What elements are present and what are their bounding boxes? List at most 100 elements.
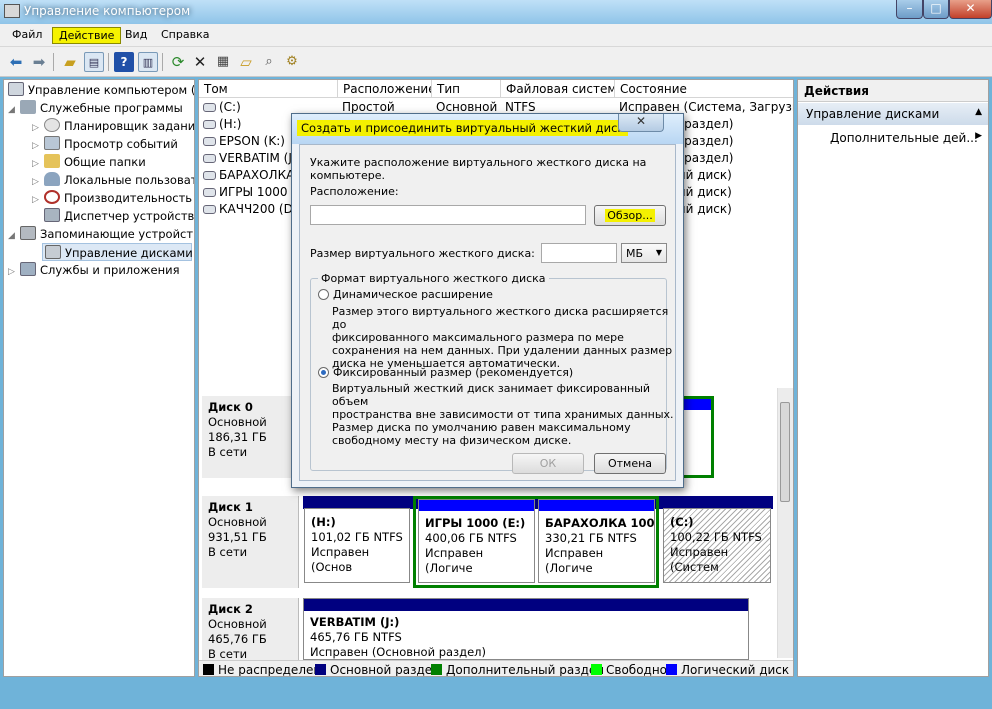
partition-games[interactable]: ИГРЫ 1000 (E:) 400,06 ГБ NTFS Исправен (Ло… bbox=[418, 499, 535, 583]
delete-icon[interactable]: ✕ bbox=[190, 52, 210, 72]
column-status[interactable]: Состояние bbox=[615, 80, 793, 98]
menu-view[interactable]: Вид bbox=[119, 27, 153, 44]
column-type[interactable]: Тип bbox=[432, 80, 501, 98]
unit-select[interactable]: МБ ▼ bbox=[621, 243, 667, 263]
tree-event-viewer[interactable]: ▷ Просмотр событий bbox=[32, 135, 178, 153]
fixed-description: Виртуальный жесткий диск занимает фиксир… bbox=[332, 382, 674, 447]
help-icon[interactable]: ? bbox=[114, 52, 134, 72]
location-label: Расположение: bbox=[310, 185, 399, 198]
menu-help[interactable]: Справка bbox=[155, 27, 215, 44]
legend-swatch bbox=[203, 664, 214, 675]
actions-pane: Действия Управление дисками ▲ Дополнитель… bbox=[797, 79, 989, 677]
dialog-close-button[interactable]: ✕ bbox=[618, 114, 664, 132]
dialog-intro-2: компьютере. bbox=[310, 169, 386, 182]
create-vhd-dialog: Создать и присоединить виртуальный жестк… bbox=[291, 113, 684, 488]
dynamic-description: Размер этого виртуального жесткого диска… bbox=[332, 305, 673, 370]
performance-icon bbox=[44, 190, 60, 204]
volume-icon bbox=[203, 154, 216, 163]
partition-baraholka[interactable]: БАРАХОЛКА 1000 330,21 ГБ NTFS Исправен (Ло… bbox=[538, 499, 655, 583]
up-folder-icon[interactable]: ▰ bbox=[60, 52, 80, 72]
radio-dynamic-indicator[interactable] bbox=[318, 289, 329, 300]
volume-icon bbox=[203, 205, 216, 214]
location-input[interactable] bbox=[310, 205, 586, 225]
radio-fixed-indicator[interactable] bbox=[318, 367, 329, 378]
cancel-button[interactable]: Отмена bbox=[594, 453, 666, 474]
tree-local-users[interactable]: ▷ Локальные пользоват bbox=[32, 171, 194, 189]
volume-icon bbox=[203, 188, 216, 197]
disk-0-label[interactable]: Диск 0 Основной 186,31 ГБ В сети bbox=[202, 396, 299, 478]
tools-icon bbox=[20, 100, 36, 114]
partition-h[interactable]: (H:) 101,02 ГБ NTFS Исправен (Основ bbox=[304, 508, 410, 583]
radio-fixed[interactable]: Фиксированный размер (рекомендуется) bbox=[318, 366, 573, 379]
actions-more[interactable]: Дополнительные дей... ▶ bbox=[830, 131, 986, 145]
actions-header: Действия bbox=[798, 80, 988, 102]
show-tree-icon[interactable]: ▤ bbox=[84, 52, 104, 72]
shared-folder-icon bbox=[44, 154, 60, 168]
device-manager-icon bbox=[44, 208, 60, 222]
legend-item: Свободно bbox=[591, 663, 667, 676]
legend-swatch bbox=[666, 664, 677, 675]
maximize-button[interactable]: □ bbox=[923, 0, 949, 19]
disk-settings-icon[interactable]: ⚙ bbox=[282, 52, 302, 72]
forward-icon[interactable]: ➡ bbox=[29, 52, 49, 72]
dialog-title-bar: Создать и присоединить виртуальный жестк… bbox=[292, 114, 683, 144]
show-action-pane-icon[interactable]: ▥ bbox=[138, 52, 158, 72]
window-title: Управление компьютером bbox=[24, 4, 191, 18]
graph-vertical-scrollbar[interactable] bbox=[777, 388, 793, 658]
computer-management-icon bbox=[8, 82, 24, 96]
partition-verbatim[interactable]: VERBATIM (J:) 465,76 ГБ NTFS Исправен (Осн… bbox=[303, 598, 749, 660]
refresh-icon[interactable]: ⟳ bbox=[168, 52, 188, 72]
tree-root[interactable]: Управление компьютером (л bbox=[6, 81, 194, 99]
dialog-intro-1: Укажите расположение виртуального жестко… bbox=[310, 156, 647, 169]
tree-storage[interactable]: ◢ Запоминающие устройст bbox=[8, 225, 193, 243]
event-viewer-icon bbox=[44, 136, 60, 150]
clock-icon bbox=[44, 118, 60, 132]
collapse-icon[interactable]: ◢ bbox=[8, 227, 18, 245]
legend-swatch bbox=[591, 664, 602, 675]
tree-shared-folders[interactable]: ▷ Общие папки bbox=[32, 153, 146, 171]
radio-dynamic[interactable]: Динамическое расширение bbox=[318, 288, 493, 301]
dialog-body: Укажите расположение виртуального жестко… bbox=[299, 144, 676, 481]
ok-button[interactable]: ОК bbox=[512, 453, 584, 474]
users-icon bbox=[44, 172, 60, 186]
browse-button[interactable]: Обзор... bbox=[594, 205, 666, 226]
submenu-arrow-icon: ▶ bbox=[975, 131, 982, 141]
close-button[interactable]: ✕ bbox=[949, 0, 992, 19]
tree-task-scheduler[interactable]: ▷ Планировщик заданий bbox=[32, 117, 194, 135]
partition-c[interactable]: (C:) 100,22 ГБ NTFS Исправен (Систем bbox=[663, 508, 771, 583]
open-folder-icon[interactable]: ▱ bbox=[236, 52, 256, 72]
disk-2-label[interactable]: Диск 2 Основной 465,76 ГБ В сети bbox=[202, 598, 299, 661]
expand-icon[interactable]: ▷ bbox=[8, 263, 18, 281]
size-label: Размер виртуального жесткого диска: bbox=[310, 247, 535, 260]
tree-system-tools[interactable]: ◢ Служебные программы bbox=[8, 99, 183, 117]
toolbar: ⬅ ➡ ▰ ▤ ? ▥ ⟳ ✕ ▦ ▱ ⌕ ⚙ bbox=[0, 47, 992, 77]
legend-swatch bbox=[315, 664, 326, 675]
tree-disk-management[interactable]: Управление дисками bbox=[42, 243, 193, 261]
disk-1-label[interactable]: Диск 1 Основной 931,51 ГБ В сети bbox=[202, 496, 299, 588]
tree-services-apps[interactable]: ▷ Службы и приложения bbox=[8, 261, 180, 279]
back-icon[interactable]: ⬅ bbox=[6, 52, 26, 72]
column-filesystem[interactable]: Файловая система bbox=[501, 80, 615, 98]
minimize-button[interactable]: – bbox=[896, 0, 923, 19]
collapse-arrow-icon[interactable]: ▲ bbox=[975, 107, 982, 117]
column-layout[interactable]: Расположение bbox=[338, 80, 432, 98]
dialog-title: Создать и присоединить виртуальный жестк… bbox=[297, 120, 629, 136]
tree-device-manager[interactable]: Диспетчер устройств bbox=[42, 207, 194, 225]
column-volume[interactable]: Том bbox=[199, 80, 338, 98]
computer-management-icon bbox=[4, 4, 20, 18]
collapse-icon[interactable]: ◢ bbox=[8, 101, 18, 119]
properties-icon[interactable]: ▦ bbox=[213, 52, 233, 72]
expand-icon[interactable]: ▷ bbox=[32, 191, 42, 209]
menu-bar: Файл Действие Вид Справка bbox=[0, 24, 992, 47]
menu-action[interactable]: Действие bbox=[52, 27, 122, 44]
scrollbar-thumb[interactable] bbox=[780, 402, 790, 502]
tree-performance[interactable]: ▷ Производительность bbox=[32, 189, 192, 207]
size-input[interactable] bbox=[541, 243, 617, 263]
actions-section-disk-management[interactable]: Управление дисками ▲ bbox=[798, 103, 988, 125]
disk-name: Диск 0 bbox=[208, 400, 253, 414]
menu-file[interactable]: Файл bbox=[6, 27, 48, 44]
console-tree: Управление компьютером (л ◢ Служебные про… bbox=[3, 79, 195, 677]
volume-icon bbox=[203, 171, 216, 180]
search-disk-icon[interactable]: ⌕ bbox=[259, 52, 279, 72]
legend: Не распределен Основной раздел Дополнитель… bbox=[199, 660, 793, 676]
